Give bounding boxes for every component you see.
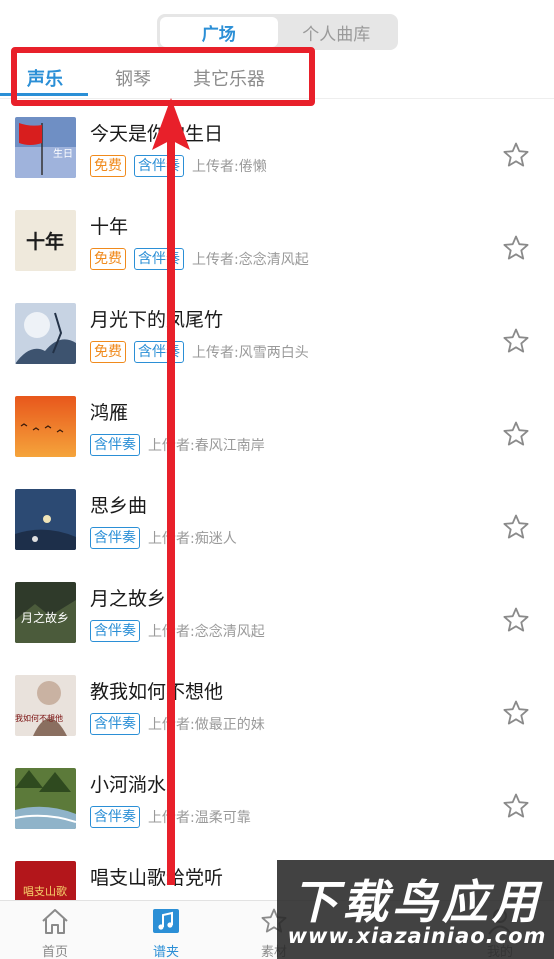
tab-divider [0, 98, 554, 99]
song-tags: 免费 含伴奏 上传者:风雪两白头 [90, 341, 309, 363]
nav-home[interactable]: 首页 [25, 907, 85, 959]
watermark: 下载鸟应用 www.xiazainiao.com [277, 860, 554, 959]
song-cover: 生日 [15, 117, 76, 178]
song-row[interactable]: 生日 今天是你的生日 免费 含伴奏 上传者:倦懒 [0, 105, 554, 198]
song-row[interactable]: 十年 十年 免费 含伴奏 上传者:念念清风起 [0, 198, 554, 291]
song-row[interactable]: 月光下的凤尾竹 免费 含伴奏 上传者:风雪两白头 [0, 291, 554, 384]
song-row[interactable]: 叫我如何不想他 教我如何不想他 含伴奏 上传者:做最正的妹 [0, 663, 554, 756]
song-tags: 含伴奏 上传者:做最正的妹 [90, 713, 265, 735]
song-title: 月之故乡 [90, 588, 167, 610]
accompaniment-badge: 含伴奏 [134, 248, 184, 270]
accompaniment-badge: 含伴奏 [90, 527, 140, 549]
song-title: 思乡曲 [90, 495, 148, 517]
uploader-label: 上传者:春风江南岸 [148, 438, 265, 454]
favorite-star-icon[interactable] [502, 606, 530, 634]
song-tags: 免费 含伴奏 上传者:念念清风起 [90, 248, 309, 270]
uploader-label: 上传者:念念清风起 [148, 624, 265, 640]
song-row[interactable]: 小河淌水 含伴奏 上传者:温柔可靠 [0, 756, 554, 849]
uploader-label: 上传者:倦懒 [192, 159, 267, 175]
song-cover: 叫我如何不想他 [15, 675, 76, 736]
tab-piano[interactable]: 钢琴 [115, 65, 151, 91]
tab-vocal[interactable]: 声乐 [27, 65, 63, 91]
song-cover: 十年 [15, 210, 76, 271]
song-cover [15, 768, 76, 829]
favorite-star-icon[interactable] [502, 513, 530, 541]
cover-text: 唱支山歌 [23, 884, 67, 898]
song-title: 月光下的凤尾竹 [90, 309, 224, 331]
favorite-star-icon[interactable] [502, 792, 530, 820]
song-row[interactable]: 思乡曲 含伴奏 上传者:痴迷人 [0, 477, 554, 570]
watermark-url: www.xiazainiao.com [287, 924, 547, 948]
song-cover [15, 489, 76, 550]
nav-folder[interactable]: 谱夹 [136, 907, 196, 959]
tab-other-instruments[interactable]: 其它乐器 [193, 65, 265, 91]
favorite-star-icon[interactable] [502, 420, 530, 448]
song-row[interactable]: 月之故乡 月之故乡 含伴奏 上传者:念念清风起 [0, 570, 554, 663]
accompaniment-badge: 含伴奏 [134, 155, 184, 177]
music-folder-icon [153, 909, 179, 933]
song-row[interactable]: 鸿雁 含伴奏 上传者:春风江南岸 [0, 384, 554, 477]
song-cover: 月之故乡 [15, 582, 76, 643]
uploader-label: 上传者:痴迷人 [148, 531, 237, 547]
song-tags: 免费 含伴奏 上传者:倦懒 [90, 155, 267, 177]
song-tags: 含伴奏 上传者:痴迷人 [90, 527, 237, 549]
home-icon [42, 909, 68, 934]
favorite-star-icon[interactable] [502, 327, 530, 355]
favorite-star-icon[interactable] [502, 141, 530, 169]
uploader-label: 上传者:念念清风起 [192, 252, 309, 268]
song-title: 今天是你的生日 [90, 123, 224, 145]
song-title: 唱支山歌给党听 [90, 867, 224, 889]
song-tags: 含伴奏 上传者:温柔可靠 [90, 806, 251, 828]
favorite-star-icon[interactable] [502, 234, 530, 262]
uploader-label: 上传者:温柔可靠 [148, 810, 251, 826]
free-badge: 免费 [90, 248, 126, 270]
watermark-title: 下载鸟应用 [292, 875, 542, 929]
song-cover [15, 396, 76, 457]
accompaniment-badge: 含伴奏 [90, 434, 140, 456]
nav-folder-label: 谱夹 [152, 945, 179, 959]
song-title: 十年 [90, 216, 129, 238]
song-tags: 含伴奏 上传者:春风江南岸 [90, 434, 265, 456]
uploader-label: 上传者:风雪两白头 [192, 345, 309, 361]
segment-personal-library[interactable]: 个人曲库 [278, 17, 396, 47]
accompaniment-badge: 含伴奏 [90, 713, 140, 735]
song-title: 教我如何不想他 [90, 681, 224, 703]
active-tab-indicator [0, 93, 88, 96]
accompaniment-badge: 含伴奏 [90, 620, 140, 642]
song-cover [15, 303, 76, 364]
cover-text: 月之故乡 [21, 610, 69, 625]
free-badge: 免费 [90, 341, 126, 363]
song-title: 小河淌水 [90, 774, 167, 796]
nav-home-label: 首页 [41, 945, 68, 959]
favorite-star-icon[interactable] [502, 699, 530, 727]
cover-text: 生日 [53, 147, 73, 160]
free-badge: 免费 [90, 155, 126, 177]
segment-plaza[interactable]: 广场 [160, 17, 278, 47]
view-switcher: 广场 个人曲库 [157, 14, 398, 50]
cover-text: 十年 [26, 230, 64, 253]
cover-text: 叫我如何不想他 [15, 713, 63, 723]
uploader-label: 上传者:做最正的妹 [148, 717, 265, 733]
song-title: 鸿雁 [90, 402, 129, 424]
song-tags: 含伴奏 上传者:念念清风起 [90, 620, 265, 642]
accompaniment-badge: 含伴奏 [90, 806, 140, 828]
accompaniment-badge: 含伴奏 [134, 341, 184, 363]
